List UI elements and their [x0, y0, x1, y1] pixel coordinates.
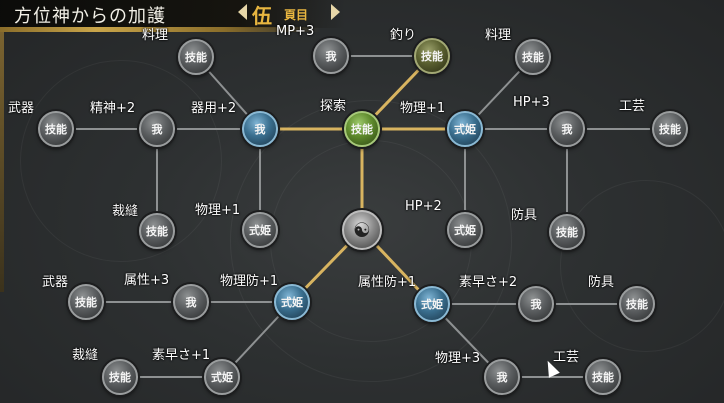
label-craft: 工芸: [619, 99, 646, 114]
skill-node-fishing[interactable]: 技能: [414, 38, 450, 74]
label-weapon: 武器: [8, 101, 35, 116]
label-phys-def: 物理防+1: [220, 274, 279, 289]
self-node[interactable]: 我: [549, 111, 585, 147]
skill-node[interactable]: 技能: [38, 111, 74, 147]
label-hp: HP+2: [405, 199, 442, 214]
label-mp: MP+3: [276, 24, 315, 39]
label-armor: 防具: [588, 275, 615, 290]
self-node[interactable]: 我: [139, 111, 175, 147]
label-speed: 素早さ+1: [152, 348, 211, 363]
label-weapon: 武器: [42, 275, 69, 290]
connection-lines: [56, 54, 670, 378]
label-attribute: 属性+3: [124, 273, 170, 288]
label-physical: 物理+1: [195, 203, 241, 218]
shiki-node[interactable]: 式姫: [447, 212, 483, 248]
skill-node[interactable]: 技能: [515, 39, 551, 75]
shiki-node-active[interactable]: 式姫: [274, 284, 310, 320]
skill-board: 方位神からの加護 伍 頁目 技能 我 技能 技能 技能 我 我 技能 式姫 我 …: [0, 0, 724, 403]
skill-node[interactable]: 技能: [585, 359, 621, 395]
label-sewing: 裁縫: [112, 204, 139, 219]
shiki-node[interactable]: 式姫: [242, 212, 278, 248]
label-dexterity: 器用+2: [191, 101, 237, 116]
label-sewing: 裁縫: [72, 348, 99, 363]
label-physical: 物理+1: [400, 101, 446, 116]
self-node[interactable]: 我: [313, 38, 349, 74]
label-speed: 素早さ+2: [459, 275, 518, 290]
skill-node[interactable]: 技能: [139, 213, 175, 249]
skill-node[interactable]: 技能: [549, 214, 585, 250]
label-cooking: 料理: [485, 28, 512, 43]
label-hp: HP+3: [513, 95, 550, 110]
skill-node[interactable]: 技能: [619, 286, 655, 322]
label-physical: 物理+3: [435, 351, 481, 366]
skill-node[interactable]: 技能: [102, 359, 138, 395]
label-spirit: 精神+2: [90, 101, 136, 116]
shiki-node[interactable]: 式姫: [204, 359, 240, 395]
self-node-active[interactable]: 我: [242, 111, 278, 147]
page-suffix: 頁目: [284, 8, 309, 22]
skill-node[interactable]: 技能: [652, 111, 688, 147]
prev-page-arrow-icon[interactable]: [238, 4, 247, 20]
skill-node[interactable]: 技能: [178, 39, 214, 75]
yin-yang-center-icon[interactable]: ☯: [342, 210, 382, 250]
label-fishing: 釣り: [390, 28, 417, 43]
label-armor: 防具: [511, 208, 538, 223]
skill-node-explore[interactable]: 技能: [344, 111, 380, 147]
self-node[interactable]: 我: [518, 286, 554, 322]
label-cooking: 料理: [142, 28, 169, 43]
shiki-node-active[interactable]: 式姫: [414, 286, 450, 322]
page-number: 伍: [252, 4, 272, 28]
shiki-node-active[interactable]: 式姫: [447, 111, 483, 147]
label-explore: 探索: [320, 99, 347, 114]
label-craft: 工芸: [553, 350, 580, 365]
self-node[interactable]: 我: [484, 359, 520, 395]
next-page-arrow-icon[interactable]: [331, 4, 340, 20]
skill-node[interactable]: 技能: [68, 284, 104, 320]
self-node[interactable]: 我: [173, 284, 209, 320]
label-attr-def: 属性防+1: [358, 275, 417, 290]
